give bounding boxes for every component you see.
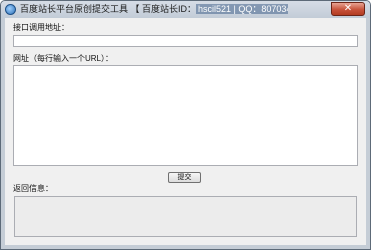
url-list-textarea[interactable] [13, 65, 358, 166]
title-bar[interactable]: 百度站长平台原创提交工具 【 百度站长ID： hscil521 | QQ：8070… [1, 1, 370, 18]
submit-button[interactable]: 提交 [168, 172, 201, 183]
app-icon [5, 4, 16, 15]
window-title-main: 百度站长平台原创提交工具 【 百度站长ID： [20, 4, 197, 14]
close-icon: ✕ [343, 3, 353, 14]
window-title: 百度站长平台原创提交工具 【 百度站长ID： hscil521 | QQ：8070… [20, 3, 288, 16]
client-area: 接口调用地址： 网址（每行输入一个URL）： 提交 返回信息： [5, 18, 366, 245]
close-button[interactable]: ✕ [331, 2, 365, 16]
api-url-input[interactable] [13, 35, 358, 47]
result-output [14, 196, 357, 237]
window-title-id: hscil521 | QQ：80703403 [196, 4, 288, 14]
url-list-label: 网址（每行输入一个URL）： [13, 54, 114, 63]
app-window: 百度站长平台原创提交工具 【 百度站长ID： hscil521 | QQ：8070… [0, 0, 371, 250]
result-label: 返回信息： [13, 184, 53, 193]
api-url-label: 接口调用地址： [13, 23, 69, 32]
